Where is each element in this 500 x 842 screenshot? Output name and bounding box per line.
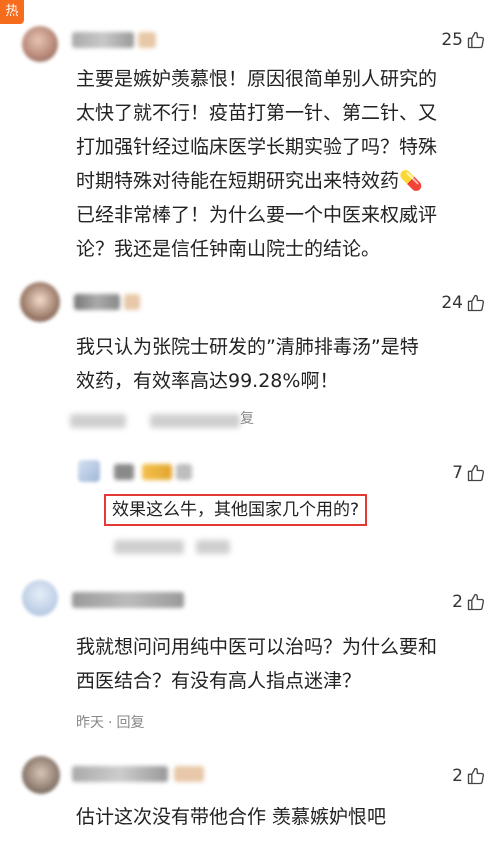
comment-time: 昨天: [76, 715, 104, 731]
like-button[interactable]: 24: [441, 291, 486, 315]
comment-meta: [114, 540, 184, 554]
comment-meta: [70, 414, 126, 428]
user-badge: [124, 294, 140, 310]
comment-meta: 昨天 · 回复: [76, 715, 145, 731]
reply-button[interactable]: 回复: [116, 715, 144, 731]
thumbs-up-icon: [467, 767, 485, 785]
avatar[interactable]: [78, 460, 100, 482]
user-badge: [138, 32, 156, 48]
like-count: 24: [441, 293, 463, 313]
comment-text: 我就想问问用纯中医可以治吗？为什么要和 西医结合？有没有高人指点迷津？: [76, 636, 438, 692]
hot-tag: 热: [0, 0, 24, 24]
like-button[interactable]: 2: [452, 764, 486, 788]
avatar[interactable]: [20, 282, 60, 322]
user-badge: [174, 766, 204, 782]
user-badge: [176, 464, 192, 480]
thumbs-up-icon: [467, 31, 485, 49]
thumbs-up-icon: [467, 593, 485, 611]
avatar[interactable]: [22, 26, 58, 62]
username[interactable]: [74, 294, 120, 310]
avatar[interactable]: [22, 756, 60, 794]
username[interactable]: [114, 464, 134, 480]
username[interactable]: [72, 592, 184, 608]
user-badge: [142, 464, 172, 480]
like-count: 2: [452, 592, 463, 612]
like-count: 7: [452, 463, 463, 483]
avatar[interactable]: [22, 580, 58, 616]
highlighted-reply-text: 效果这么牛，其他国家几个用的?: [104, 494, 368, 526]
comment-text: 估计这次没有带他合作 羡慕嫉妒恨吧: [76, 806, 387, 828]
reply-button[interactable]: 复: [240, 408, 254, 428]
comment-text: 我只认为张院士研发的”清肺排毒汤”是特 效药，有效率高达99.28%啊！: [76, 336, 419, 392]
comment-meta: [150, 414, 240, 428]
username[interactable]: [72, 32, 134, 48]
like-button[interactable]: 25: [441, 28, 486, 52]
like-button[interactable]: 2: [452, 590, 486, 614]
username[interactable]: [72, 766, 168, 782]
comment-meta: [196, 540, 230, 554]
like-count: 2: [452, 766, 463, 786]
like-button[interactable]: 7: [452, 461, 486, 485]
thumbs-up-icon: [467, 464, 485, 482]
thumbs-up-icon: [467, 294, 485, 312]
comment-text: 主要是嫉妒羡慕恨！原因很简单别人研究的 太快了就不行！疫苗打第一针、第二针、又 …: [76, 68, 438, 260]
like-count: 25: [441, 30, 463, 50]
